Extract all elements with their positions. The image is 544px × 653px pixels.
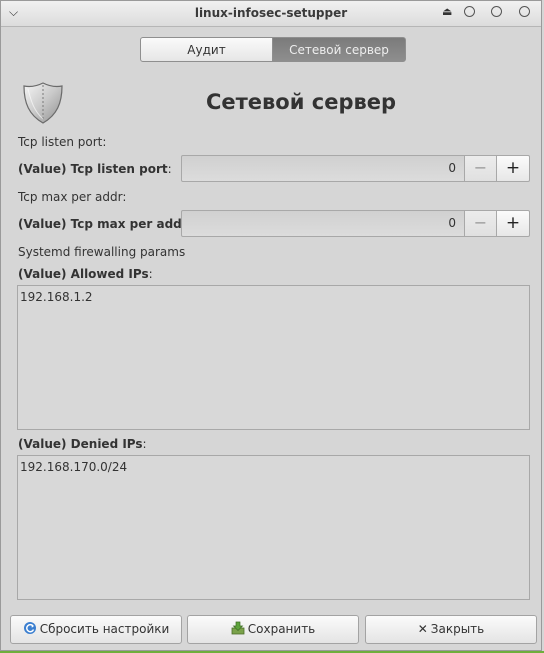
tab-bar: Аудит Сетевой сервер	[140, 37, 406, 62]
title-bar: ⌵ linux-infosec-setupper ⏏	[1, 1, 541, 27]
tcp-max-increment-button[interactable]: +	[496, 210, 530, 237]
save-icon	[231, 621, 245, 635]
save-button-label: Сохранить	[247, 622, 316, 636]
close-icon: ✕	[417, 622, 428, 636]
tcp-max-per-addr-stepper: 0 − +	[181, 210, 530, 237]
tcp-max-value-label: (Value) Tcp max per addr:	[18, 217, 192, 231]
tcp-max-per-addr-input[interactable]: 0	[181, 210, 465, 237]
tab-network-server[interactable]: Сетевой сервер	[272, 37, 406, 62]
tcp-listen-port-input[interactable]: 0	[181, 155, 465, 182]
tcp-listen-section-label: Tcp listen port:	[18, 135, 107, 149]
minimize-button[interactable]	[464, 6, 475, 17]
close-button-label: Закрыть	[430, 622, 485, 636]
reset-settings-button[interactable]: Сбросить настройки	[10, 615, 182, 644]
firewall-section-label: Systemd firewalling params	[18, 245, 186, 259]
shield-icon	[23, 82, 63, 124]
page-title: Сетевой сервер	[205, 90, 397, 114]
tab-audit[interactable]: Аудит	[140, 37, 273, 62]
refresh-icon	[23, 622, 36, 634]
button-bar: Сбросить настройки Сохранить ✕ Закрыть	[1, 615, 541, 651]
maximize-button[interactable]	[491, 6, 502, 17]
close-button[interactable]: ✕ Закрыть	[365, 615, 537, 644]
tcp-max-decrement-button[interactable]: −	[464, 210, 497, 237]
close-window-button[interactable]	[519, 6, 530, 17]
eject-icon[interactable]: ⏏	[442, 5, 452, 18]
tcp-listen-value-label: (Value) Tcp listen port:	[18, 162, 172, 176]
window-title: linux-infosec-setupper	[194, 6, 348, 20]
save-button[interactable]: Сохранить	[187, 615, 359, 644]
tcp-max-section-label: Tcp max per addr:	[18, 190, 127, 204]
denied-ips-textarea[interactable]: 192.168.170.0/24	[17, 455, 530, 600]
denied-ips-label: (Value) Denied IPs:	[18, 437, 147, 451]
tcp-listen-port-stepper: 0 − +	[181, 155, 530, 182]
allowed-ips-label: (Value) Allowed IPs:	[18, 267, 153, 281]
reset-button-label: Сбросить настройки	[39, 622, 170, 636]
allowed-ips-textarea[interactable]: 192.168.1.2	[17, 285, 530, 430]
tcp-listen-decrement-button[interactable]: −	[464, 155, 497, 182]
app-window: ⌵ linux-infosec-setupper ⏏ Аудит Сетевой…	[0, 0, 542, 651]
tcp-listen-increment-button[interactable]: +	[496, 155, 530, 182]
